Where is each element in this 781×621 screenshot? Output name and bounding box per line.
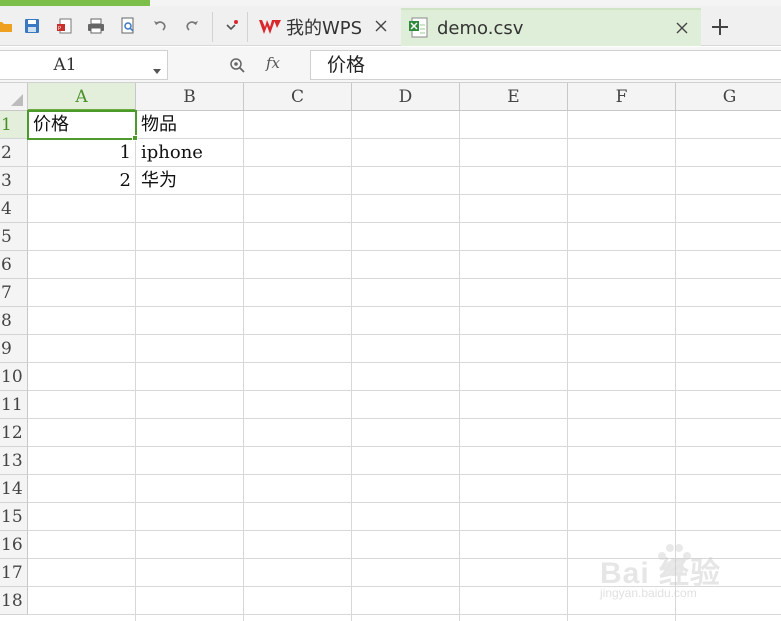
open-folder-icon[interactable] <box>0 16 14 36</box>
fill-handle[interactable] <box>132 135 138 141</box>
gridline <box>28 222 781 223</box>
row-header-12[interactable]: 12 <box>0 419 28 447</box>
gridline <box>28 502 781 503</box>
customize-toolbar-icon[interactable] <box>222 16 242 36</box>
gridline <box>28 446 781 447</box>
chevron-down-icon[interactable] <box>152 61 162 74</box>
spreadsheet-grid[interactable]: A B C D E F G 1 2 3 4 5 6 7 8 9 10 11 12… <box>0 83 781 621</box>
row-header-3[interactable]: 3 <box>0 167 28 195</box>
row-header-9[interactable]: 9 <box>0 335 28 363</box>
row-header-4[interactable]: 4 <box>0 195 28 223</box>
gridline <box>28 362 781 363</box>
row-header-18[interactable]: 18 <box>0 587 28 615</box>
formula-bar: A1 fx 价格 <box>0 47 781 83</box>
row-header-14[interactable]: 14 <box>0 475 28 503</box>
gridline <box>459 111 460 621</box>
watermark: Bai 经验 jingyan.baidu.com <box>596 538 776 608</box>
row-header-13[interactable]: 13 <box>0 447 28 475</box>
gridline <box>28 474 781 475</box>
export-pdf-icon[interactable]: P <box>55 16 75 36</box>
row-header-8[interactable]: 8 <box>0 307 28 335</box>
gridline <box>28 250 781 251</box>
cell-a3[interactable]: 2 <box>28 167 135 195</box>
gridline <box>243 111 244 621</box>
gridline <box>28 530 781 531</box>
cell-a2[interactable]: 1 <box>28 139 135 167</box>
row-header-5[interactable]: 5 <box>0 223 28 251</box>
svg-text:P: P <box>58 26 61 32</box>
cell-b1[interactable]: 物品 <box>136 111 243 139</box>
row-header-10[interactable]: 10 <box>0 363 28 391</box>
formula-input[interactable]: 价格 <box>310 50 781 80</box>
row-header-15[interactable]: 15 <box>0 503 28 531</box>
tab-label: 我的WPS <box>286 18 363 39</box>
gridline <box>28 278 781 279</box>
redo-icon[interactable] <box>182 16 202 36</box>
row-header-1[interactable]: 1 <box>0 111 28 139</box>
insert-function-button[interactable]: fx <box>266 54 280 72</box>
gridline <box>28 334 781 335</box>
column-header-d[interactable]: D <box>352 83 460 111</box>
row-header-7[interactable]: 7 <box>0 279 28 307</box>
tab-label: demo.csv <box>437 17 524 39</box>
save-icon[interactable] <box>22 16 42 36</box>
gridline <box>351 111 352 621</box>
gridline <box>28 418 781 419</box>
gridline <box>567 111 568 621</box>
print-icon[interactable] <box>86 16 106 36</box>
toolbar-separator <box>212 12 213 42</box>
undo-icon[interactable] <box>150 16 170 36</box>
close-icon[interactable] <box>372 17 390 35</box>
column-header-b[interactable]: B <box>136 83 244 111</box>
column-header-f[interactable]: F <box>568 83 676 111</box>
close-icon[interactable] <box>673 19 691 37</box>
tab-demo-csv[interactable]: demo.csv <box>401 8 701 46</box>
cell-b2[interactable]: iphone <box>136 139 243 167</box>
row-header-17[interactable]: 17 <box>0 559 28 587</box>
zoom-lookup-icon[interactable] <box>226 54 248 76</box>
wps-logo-icon <box>258 18 282 36</box>
tab-my-wps[interactable]: 我的WPS <box>250 8 400 46</box>
column-header-c[interactable]: C <box>244 83 352 111</box>
gridline <box>28 614 781 615</box>
row-header-2[interactable]: 2 <box>0 139 28 167</box>
name-box[interactable]: A1 <box>0 50 168 80</box>
row-header-6[interactable]: 6 <box>0 251 28 279</box>
column-header-e[interactable]: E <box>460 83 568 111</box>
gridline <box>28 306 781 307</box>
name-box-value: A1 <box>53 55 77 75</box>
gridline <box>28 390 781 391</box>
cell-b3[interactable]: 华为 <box>136 167 243 195</box>
row-header-16[interactable]: 16 <box>0 531 28 559</box>
column-header-a[interactable]: A <box>28 83 136 111</box>
spreadsheet-file-icon <box>409 17 429 39</box>
toolbar-separator <box>247 12 248 42</box>
column-header-g[interactable]: G <box>676 83 781 111</box>
select-all-corner[interactable] <box>0 83 28 111</box>
title-bar: P 我的WPS demo.csv <box>0 6 781 46</box>
cell-a1[interactable]: 价格 <box>28 111 135 139</box>
row-header-11[interactable]: 11 <box>0 391 28 419</box>
print-preview-icon[interactable] <box>118 16 138 36</box>
watermark-url: jingyan.baidu.com <box>600 586 697 600</box>
new-tab-plus-icon[interactable] <box>708 15 732 39</box>
